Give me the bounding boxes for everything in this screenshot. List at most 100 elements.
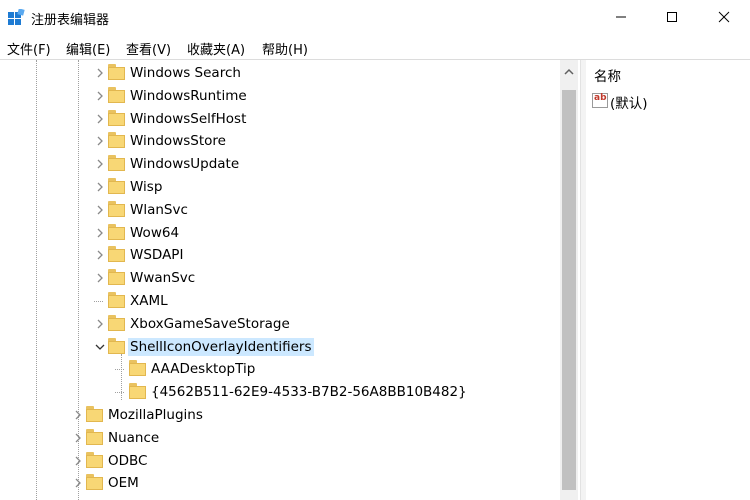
close-button[interactable] <box>700 0 750 36</box>
folder-icon <box>108 337 125 354</box>
chevron-right-icon[interactable] <box>94 90 106 102</box>
tree-node-label: MozillaPlugins <box>108 407 203 423</box>
tree-node[interactable]: MozillaPlugins <box>72 404 554 426</box>
tree-node-label: OEM <box>108 475 139 492</box>
tree-connector <box>115 369 124 371</box>
registry-editor-icon <box>8 9 25 25</box>
title-bar: 注册表编辑器 <box>0 0 750 36</box>
chevron-right-icon[interactable] <box>94 272 106 284</box>
folder-icon <box>108 223 125 240</box>
tree-node-label: Wisp <box>130 179 163 195</box>
tree-node-label: WindowsSelfHost <box>130 110 247 127</box>
tree-node-label: ODBC <box>108 452 148 469</box>
tree-node-label: WwanSvc <box>130 270 196 287</box>
tree-node-label: Nuance <box>108 429 160 446</box>
tree-node[interactable]: WindowsRuntime <box>94 85 554 107</box>
folder-icon <box>108 292 125 308</box>
folder-icon <box>86 474 103 491</box>
tree-node-label: {4562B511-62E9-4533-B7B2-56A8BB10B482} <box>151 384 467 401</box>
tree-node[interactable]: OEM <box>72 472 554 494</box>
tree-node[interactable]: Nuance <box>72 427 554 449</box>
tree-node-label: WlanSvc <box>130 201 188 218</box>
folder-icon <box>108 269 125 286</box>
menu-view[interactable]: 查看(V) <box>126 39 171 58</box>
maximize-icon <box>667 12 677 22</box>
folder-icon <box>108 64 125 80</box>
maximize-button[interactable] <box>648 0 698 36</box>
chevron-right-icon[interactable] <box>72 477 84 489</box>
folder-icon <box>86 406 103 422</box>
tree-connector <box>115 392 124 394</box>
tree-node[interactable]: WindowsSelfHost <box>94 108 554 130</box>
tree-guide-line <box>36 60 37 500</box>
folder-icon <box>86 428 103 445</box>
menu-file[interactable]: 文件(F) <box>7 39 51 58</box>
folder-icon <box>108 178 125 194</box>
tree-scrollbar[interactable] <box>560 60 578 500</box>
tree-node-label: WindowsRuntime <box>130 87 247 104</box>
folder-icon <box>108 314 125 331</box>
tree-node[interactable]: XboxGameSaveStorage <box>94 313 554 335</box>
chevron-right-icon[interactable] <box>72 432 84 444</box>
menu-help[interactable]: 帮助(H) <box>262 39 308 58</box>
tree-node[interactable]: WindowsUpdate <box>94 153 554 175</box>
folder-icon <box>108 155 125 172</box>
chevron-right-icon[interactable] <box>72 455 84 467</box>
chevron-right-icon[interactable] <box>94 158 106 170</box>
tree-node-label: XboxGameSaveStorage <box>130 315 290 332</box>
minimize-icon <box>616 16 626 18</box>
tree-node-label: XAML <box>130 293 168 309</box>
chevron-right-icon[interactable] <box>94 249 106 261</box>
value-name: (默认) <box>610 96 648 112</box>
tree-node-label: Wow64 <box>130 224 180 241</box>
tree-node[interactable]: {4562B511-62E9-4533-B7B2-56A8BB10B482} <box>115 381 554 403</box>
tree-node-label: WindowsStore <box>130 133 226 150</box>
window-title: 注册表编辑器 <box>31 13 110 28</box>
string-value-icon: ab <box>592 93 608 108</box>
tree-node[interactable]: WwanSvc <box>94 267 554 289</box>
chevron-right-icon[interactable] <box>94 204 106 216</box>
tree-node[interactable]: Wow64 <box>94 222 554 244</box>
tree-node[interactable]: Windows Search <box>94 62 554 84</box>
registry-tree[interactable]: Windows Search WindowsRuntime WindowsSelfH… <box>0 60 560 500</box>
close-icon <box>718 11 730 23</box>
chevron-right-icon[interactable] <box>94 67 106 79</box>
tree-node[interactable]: ShellIconOverlayIdentifiers <box>94 336 554 358</box>
scroll-up-arrow-icon[interactable] <box>564 68 574 76</box>
folder-icon <box>108 109 125 126</box>
chevron-right-icon[interactable] <box>94 135 106 147</box>
values-pane: 名称 ab (默认) <box>586 60 750 500</box>
scroll-thumb[interactable] <box>562 90 576 490</box>
tree-connector <box>94 301 103 302</box>
column-header-name[interactable]: 名称 <box>594 65 621 85</box>
tree-node-label: AAADesktopTip <box>151 361 256 378</box>
tree-node[interactable]: XAML <box>94 290 554 312</box>
chevron-right-icon[interactable] <box>94 227 106 239</box>
chevron-right-icon[interactable] <box>94 318 106 330</box>
folder-icon <box>108 246 125 263</box>
tree-node-label: Windows Search <box>130 65 241 81</box>
tree-node[interactable]: WSDAPI <box>94 244 554 266</box>
chevron-right-icon[interactable] <box>72 409 84 421</box>
chevron-right-icon[interactable] <box>94 113 106 125</box>
tree-node[interactable]: ODBC <box>72 450 554 472</box>
chevron-right-icon[interactable] <box>94 181 106 193</box>
menu-favorites[interactable]: 收藏夹(A) <box>187 39 245 58</box>
tree-node[interactable]: WindowsStore <box>94 130 554 152</box>
tree-node-label: ShellIconOverlayIdentifiers <box>128 337 314 356</box>
tree-node[interactable]: WlanSvc <box>94 199 554 221</box>
folder-icon <box>108 86 125 103</box>
tree-node[interactable]: Wisp <box>94 176 554 198</box>
menu-edit[interactable]: 编辑(E) <box>66 39 110 58</box>
folder-icon <box>86 451 103 468</box>
tree-node-label: WindowsUpdate <box>130 156 240 173</box>
minimize-button[interactable] <box>597 0 647 36</box>
tree-node-label: WSDAPI <box>130 247 184 264</box>
folder-icon <box>108 132 125 149</box>
folder-icon <box>129 360 146 377</box>
folder-icon <box>129 383 146 400</box>
tree-node[interactable]: AAADesktopTip <box>115 358 554 380</box>
folder-icon <box>108 200 125 217</box>
menu-bar: 文件(F) 编辑(E) 查看(V) 收藏夹(A) 帮助(H) <box>0 36 750 58</box>
chevron-down-icon[interactable] <box>94 341 106 353</box>
